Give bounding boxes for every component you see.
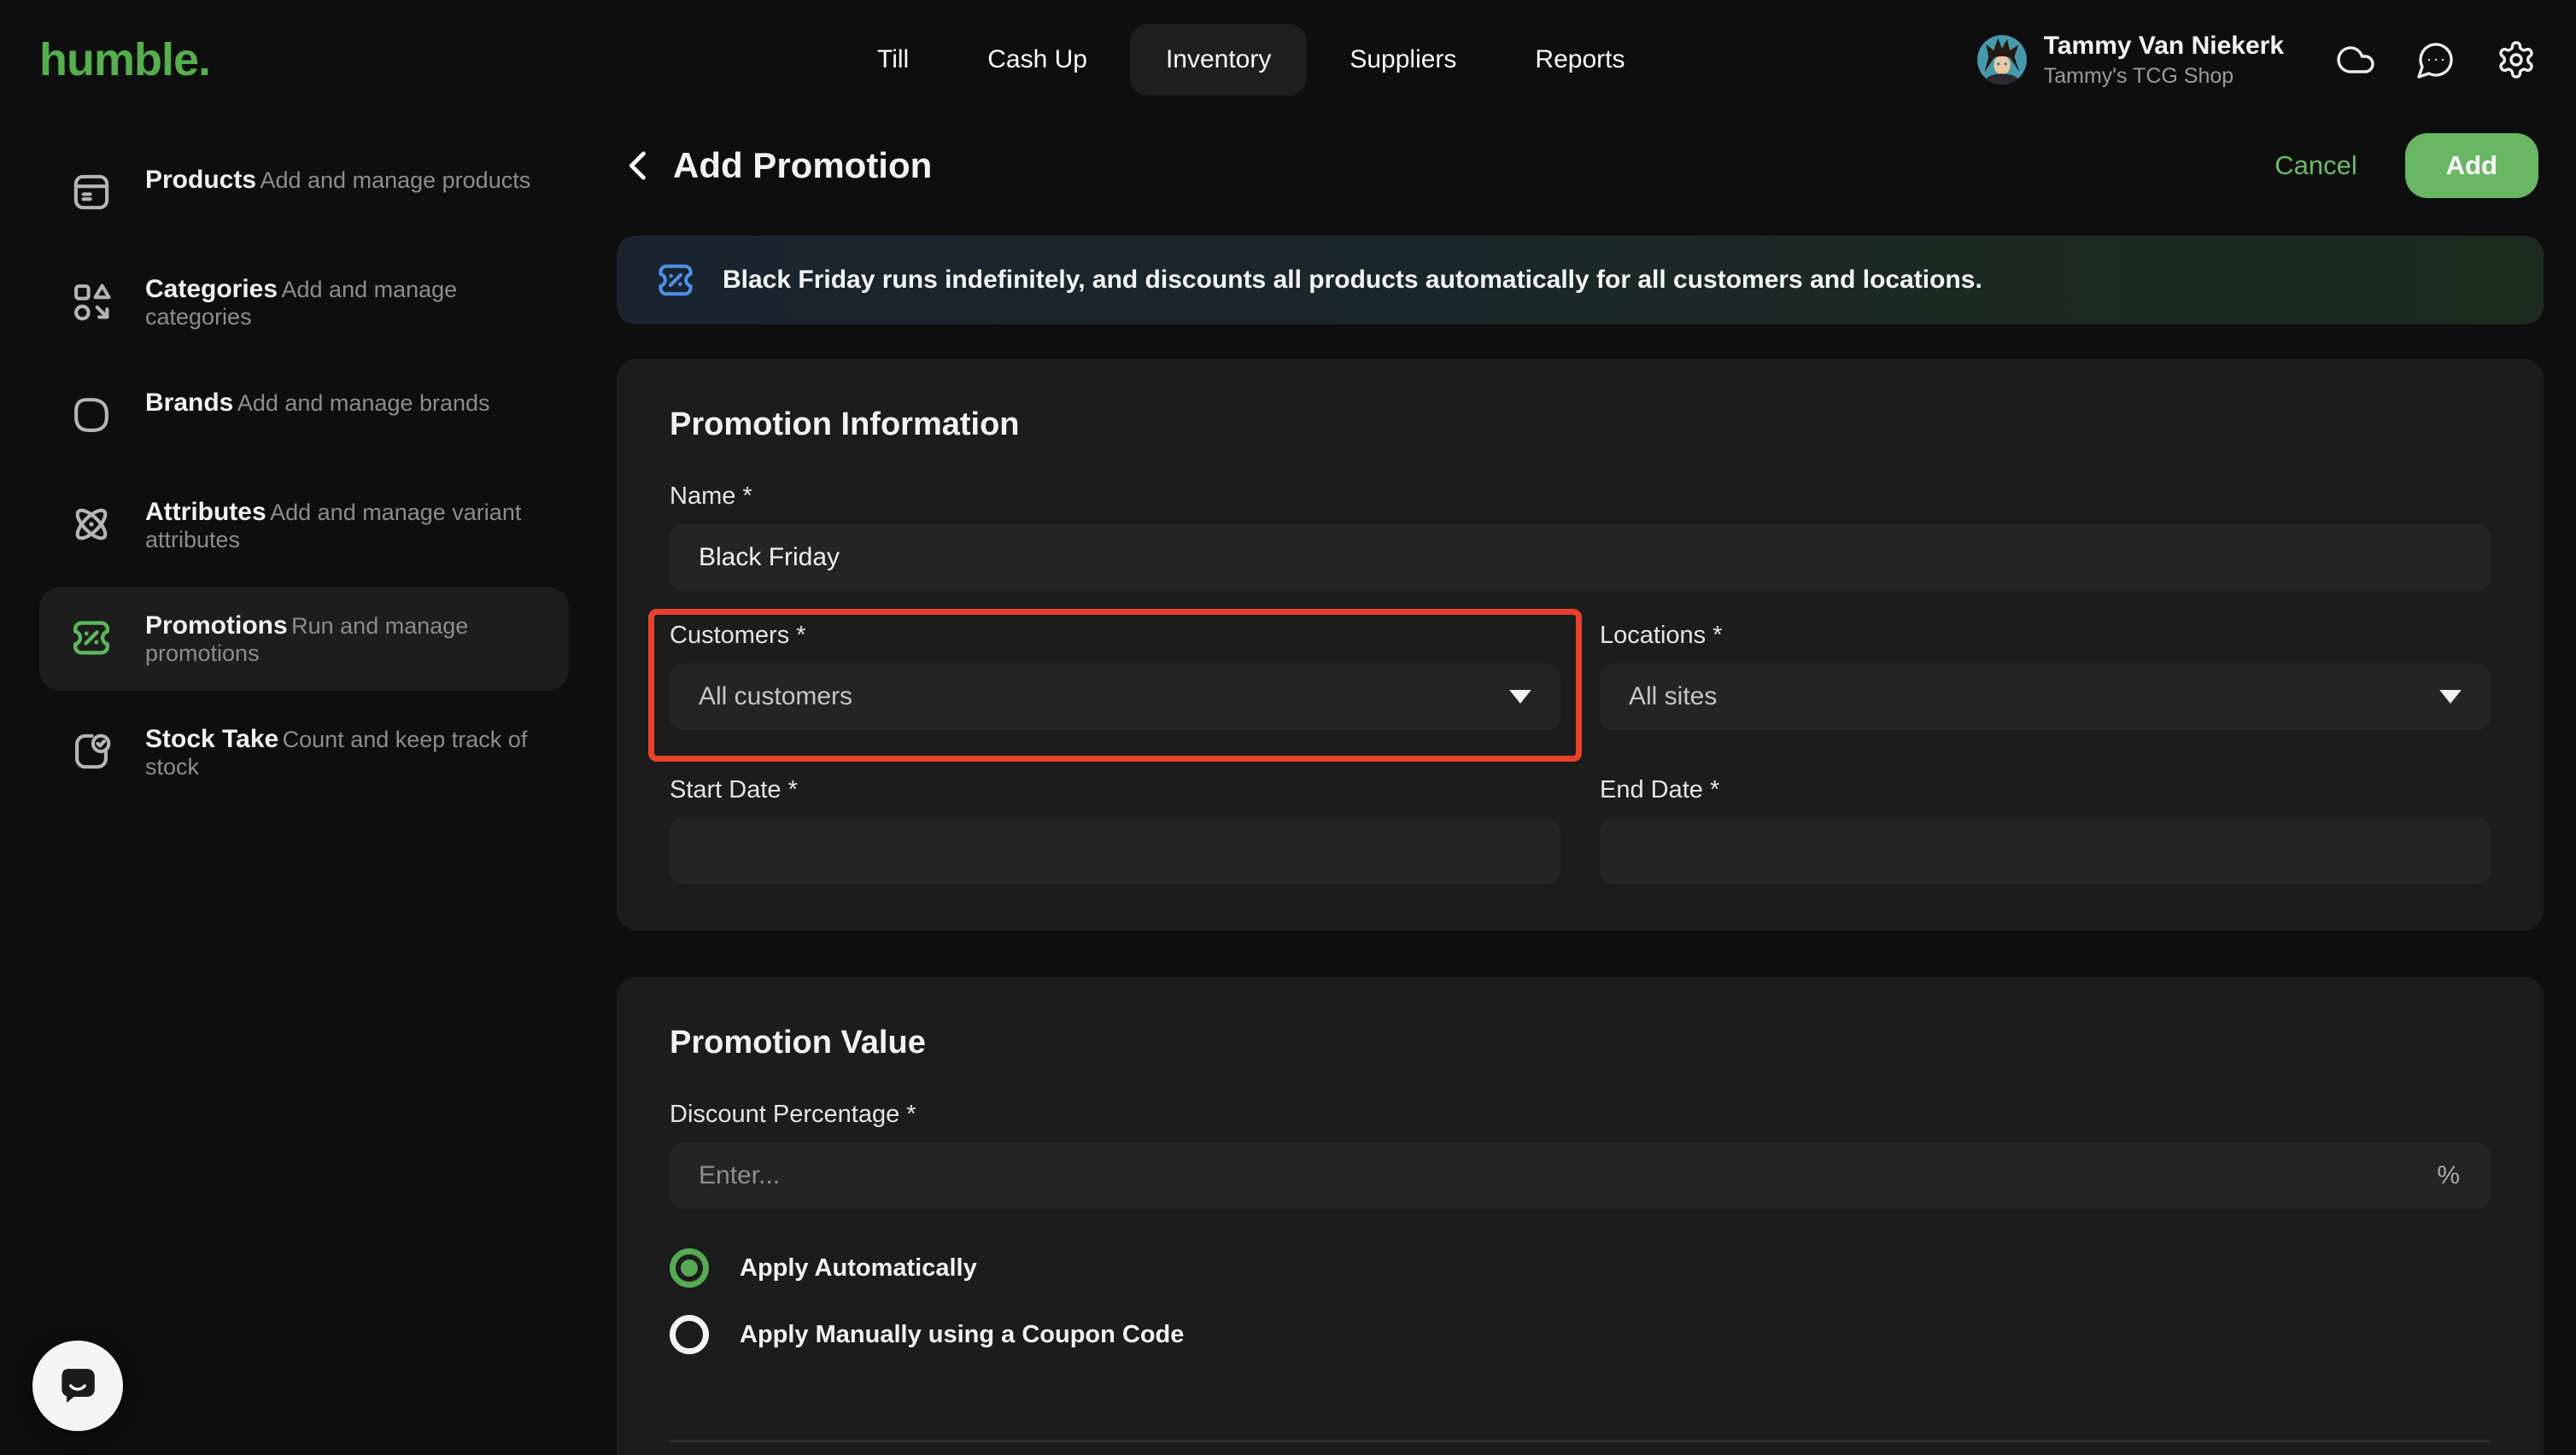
sidebar-item-stock-take[interactable]: Stock Take Count and keep track of stock	[39, 701, 569, 804]
locations-label: Locations *	[1600, 622, 2491, 650]
radio-label: Apply Automatically	[740, 1254, 977, 1283]
chevron-down-icon	[1509, 690, 1531, 704]
locations-field: Locations * All sites	[1600, 622, 2491, 730]
promotion-value-title: Promotion Value	[670, 1025, 2491, 1061]
customers-label: Customers *	[670, 622, 1560, 650]
start-date-field: Start Date *	[670, 776, 1560, 885]
brand-logo: humble.	[39, 33, 210, 86]
chevron-down-icon	[2439, 690, 2462, 704]
nav-item-reports[interactable]: Reports	[1499, 24, 1660, 96]
sidebar-item-title: Products	[145, 166, 256, 194]
sidebar-item-title: Categories	[145, 275, 278, 303]
sidebar-item-attributes[interactable]: Attributes Add and manage variant attrib…	[39, 474, 569, 577]
attributes-atom-icon	[67, 500, 116, 549]
sidebar-item-title: Promotions	[145, 611, 288, 640]
coupon-ticket-icon	[653, 257, 699, 303]
settings-gear-icon[interactable]	[2496, 39, 2537, 80]
sidebar-item-brands[interactable]: Brands Add and manage brands	[39, 365, 569, 464]
sidebar-item-title: Stock Take	[145, 725, 278, 753]
customers-select-value: All customers	[699, 682, 852, 711]
start-date-label: Start Date *	[670, 776, 1560, 804]
user-name: Tammy Van Niekerk	[2044, 32, 2284, 61]
nav-item-suppliers[interactable]: Suppliers	[1314, 24, 1492, 96]
page-header: Add Promotion Cancel Add	[617, 120, 2544, 212]
sidebar-item-title: Attributes	[145, 498, 266, 526]
section-divider	[670, 1440, 2491, 1442]
main-content: Add Promotion Cancel Add Black Friday ru…	[617, 120, 2544, 1455]
start-date-input[interactable]	[670, 818, 1560, 885]
topbar-right: Tammy Van Niekerk Tammy's TCG Shop	[1977, 32, 2537, 89]
customers-select[interactable]: All customers	[670, 663, 1560, 730]
categories-shapes-icon	[67, 277, 116, 326]
sidebar: Products Add and manage products Categor…	[0, 120, 608, 837]
promotions-ticket-icon	[67, 613, 116, 663]
discount-percentage-label: Discount Percentage *	[670, 1101, 2491, 1129]
apply-options: Apply Automatically Apply Manually using…	[670, 1248, 2491, 1354]
stock-take-clipboard-icon	[67, 727, 116, 776]
chat-icon[interactable]	[2415, 39, 2456, 80]
back-button[interactable]	[617, 143, 661, 188]
sidebar-item-desc: Add and manage products	[260, 167, 530, 193]
nav-item-till[interactable]: Till	[841, 24, 945, 96]
end-date-input[interactable]	[1600, 818, 2491, 885]
topbar: humble. Till Cash Up Inventory Suppliers…	[0, 0, 2576, 120]
radio-label: Apply Manually using a Coupon Code	[740, 1321, 1184, 1349]
user-menu[interactable]: Tammy Van Niekerk Tammy's TCG Shop	[1977, 32, 2284, 89]
discount-percentage-input[interactable]	[670, 1142, 2491, 1209]
locations-select[interactable]: All sites	[1600, 663, 2491, 730]
brands-blob-icon	[67, 390, 116, 440]
nav-item-cash-up[interactable]: Cash Up	[951, 24, 1123, 96]
promotion-information-title: Promotion Information	[670, 406, 2491, 443]
radio-circle[interactable]	[670, 1315, 709, 1354]
sidebar-item-promotions[interactable]: Promotions Run and manage promotions	[39, 587, 569, 691]
locations-select-value: All sites	[1629, 682, 1717, 711]
end-date-field: End Date *	[1600, 776, 2491, 885]
promotion-information-card: Promotion Information Name * Customers *…	[617, 359, 2544, 931]
banner-text: Black Friday runs indefinitely, and disc…	[723, 266, 1982, 295]
user-shop: Tammy's TCG Shop	[2044, 64, 2284, 89]
cloud-sync-icon[interactable]	[2335, 39, 2376, 80]
sidebar-item-products[interactable]: Products Add and manage products	[39, 142, 569, 241]
sidebar-item-desc: Add and manage brands	[237, 390, 490, 416]
name-input[interactable]	[670, 524, 2491, 591]
radio-circle[interactable]	[670, 1248, 709, 1288]
sidebar-item-title: Brands	[145, 389, 233, 417]
name-label: Name *	[670, 482, 2491, 511]
promotion-value-card: Promotion Value Discount Percentage * % …	[617, 977, 2544, 1455]
page-title: Add Promotion	[673, 145, 932, 186]
info-banner: Black Friday runs indefinitely, and disc…	[617, 236, 2544, 324]
top-nav: Till Cash Up Inventory Suppliers Reports	[841, 0, 1660, 120]
radio-apply-automatically[interactable]: Apply Automatically	[670, 1248, 2491, 1288]
sidebar-item-categories[interactable]: Categories Add and manage categories	[39, 251, 569, 354]
cancel-button[interactable]: Cancel	[2274, 150, 2357, 181]
products-box-icon	[67, 167, 116, 217]
nav-item-inventory[interactable]: Inventory	[1130, 24, 1307, 96]
add-button[interactable]: Add	[2405, 133, 2538, 198]
avatar	[1977, 35, 2027, 85]
chevron-left-icon	[617, 143, 661, 188]
percent-suffix: %	[2437, 1161, 2460, 1190]
chat-fab-button[interactable]	[32, 1341, 123, 1431]
chat-bubble-icon	[54, 1362, 102, 1410]
radio-apply-manually[interactable]: Apply Manually using a Coupon Code	[670, 1315, 2491, 1354]
end-date-label: End Date *	[1600, 776, 2491, 804]
customers-field-highlighted: Customers * All customers	[670, 622, 1560, 730]
